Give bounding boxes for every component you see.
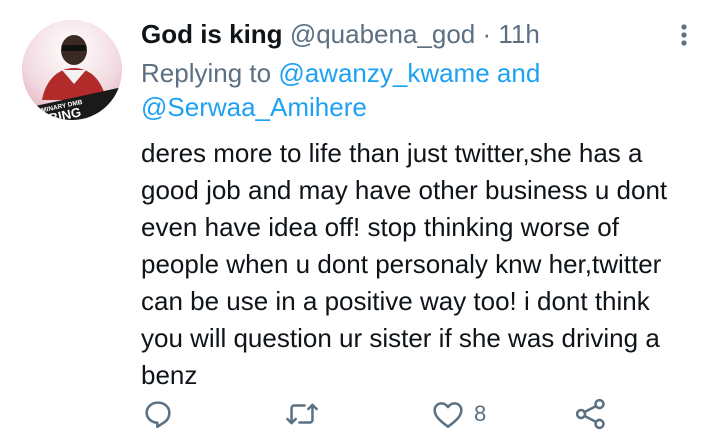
- avatar[interactable]: LUMINARY DMB AYA BING: [22, 20, 122, 120]
- user-handle[interactable]: @quabena_god: [290, 19, 475, 49]
- mention-joiner: and: [496, 58, 541, 88]
- share-icon: [575, 398, 605, 430]
- more-vertical-icon[interactable]: [672, 20, 696, 50]
- reply-button[interactable]: [142, 392, 174, 436]
- tweet-actions: 8: [0, 392, 720, 436]
- mention-link[interactable]: @awanzy_kwame: [278, 58, 489, 88]
- timestamp[interactable]: 11h: [498, 19, 539, 49]
- display-name[interactable]: God is king: [141, 19, 283, 49]
- share-button[interactable]: [574, 392, 608, 436]
- separator: ·: [482, 19, 492, 49]
- replying-to: Replying to @awanzy_kwame and @Serwaa_Am…: [141, 56, 701, 124]
- like-count: 8: [474, 401, 487, 426]
- reply-icon: [145, 401, 171, 429]
- replying-prefix: Replying to: [141, 58, 272, 88]
- tweet-body: deres more to life than just twitter,she…: [141, 138, 668, 390]
- tweet[interactable]: LUMINARY DMB AYA BING God is king @quabe…: [0, 0, 720, 443]
- retweet-button[interactable]: [285, 392, 319, 436]
- like-button[interactable]: 8: [432, 392, 486, 436]
- mention-link[interactable]: @Serwaa_Amihere: [141, 92, 367, 122]
- retweet-icon: [286, 403, 318, 425]
- tweet-header: God is king @quabena_god · 11h: [141, 18, 540, 50]
- heart-icon: [433, 402, 463, 428]
